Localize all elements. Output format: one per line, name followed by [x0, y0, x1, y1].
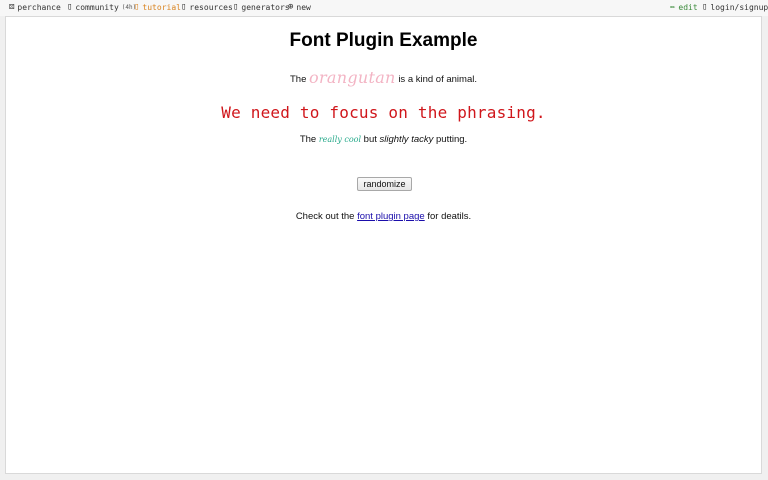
- nav-community-label: community: [75, 3, 119, 12]
- nav-resources-label: resources: [189, 3, 233, 12]
- nav-tutorial-label: tutorial: [142, 3, 181, 12]
- page-title: Font Plugin Example: [289, 30, 478, 51]
- plus-circle-icon: ⊕: [288, 2, 294, 12]
- footer-suffix: for deatils.: [427, 211, 472, 222]
- sentence-putting-suffix: putting.: [436, 134, 468, 145]
- nav-edit[interactable]: ✏ edit: [670, 2, 698, 13]
- dice-icon: ⚄: [9, 2, 15, 12]
- randomize-button[interactable]: randomize: [357, 177, 412, 191]
- book-icon: ▯: [134, 2, 140, 12]
- nav-generators-label: generators: [241, 3, 290, 12]
- nav-edit-label: edit: [678, 3, 698, 12]
- sentence-putting-prefix: The: [299, 134, 317, 145]
- nav-home[interactable]: ⚄ perchance: [9, 2, 61, 13]
- font-plugin-link[interactable]: font plugin page: [357, 211, 425, 222]
- user-icon: ▯: [702, 2, 708, 12]
- grid-icon: ▯: [233, 2, 239, 12]
- list-icon: ▯: [181, 2, 187, 12]
- nav-community[interactable]: ▯ community (4h): [67, 2, 136, 13]
- fancy-phrase: really cool: [318, 135, 362, 144]
- animal-word: orangutan: [309, 68, 396, 87]
- sentence-putting: The really cool but slightly tacky putti…: [6, 134, 761, 145]
- footer-prefix: Check out the: [295, 211, 355, 222]
- generator-output-panel: Font Plugin Example The orangutan is a k…: [5, 16, 762, 474]
- nav-login[interactable]: ▯ login/signup: [702, 2, 768, 13]
- nav-login-label: login/signup: [710, 3, 768, 12]
- nav-generators[interactable]: ▯ generators: [233, 2, 290, 13]
- sentence-animal-suffix: is a kind of animal.: [398, 74, 477, 85]
- top-nav-bar: ⚄ perchance ▯ community (4h) ▯ tutorial …: [0, 0, 768, 16]
- pencil-icon: ✏: [670, 2, 676, 12]
- chat-icon: ▯: [67, 2, 73, 12]
- sentence-animal: The orangutan is a kind of animal.: [6, 68, 761, 87]
- sentence-putting-middle: but: [363, 134, 377, 145]
- footer-note: Check out the font plugin page for deati…: [6, 211, 761, 222]
- nav-tutorial[interactable]: ▯ tutorial: [134, 2, 181, 13]
- nav-new-label: new: [296, 3, 311, 12]
- sentence-animal-prefix: The: [290, 74, 307, 85]
- nav-new[interactable]: ⊕ new: [288, 2, 311, 13]
- slanted-phrase: slightly tacky: [379, 134, 434, 145]
- nav-home-label: perchance: [17, 3, 61, 12]
- phrasing-sentence: We need to focus on the phrasing.: [221, 103, 546, 122]
- nav-resources[interactable]: ▯ resources: [181, 2, 233, 13]
